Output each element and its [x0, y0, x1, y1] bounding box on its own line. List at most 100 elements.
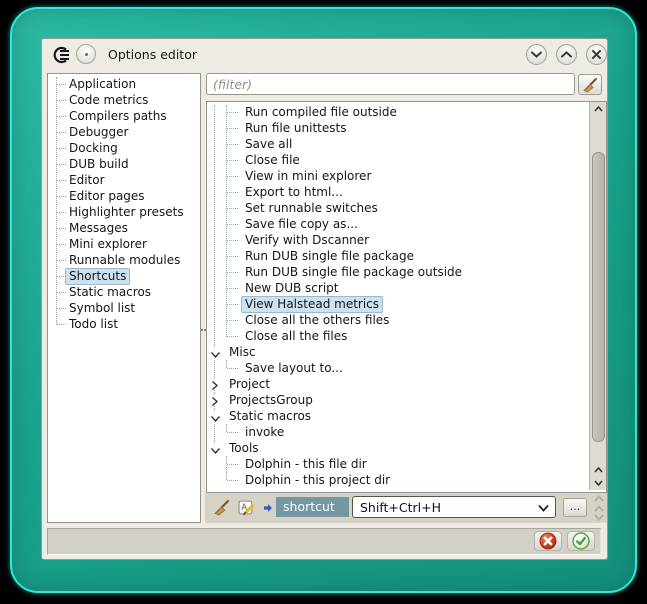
- tree-item-run-compiled-file-outside[interactable]: Run compiled file outside: [207, 104, 585, 120]
- scrollbar-thumb[interactable]: [592, 152, 605, 442]
- chevron-up-icon: [594, 467, 603, 473]
- tree-item-static-macros[interactable]: Static macros: [207, 408, 585, 424]
- sidebar-item-dub-build[interactable]: DUB build: [48, 156, 200, 172]
- tree-item-misc[interactable]: Misc: [207, 344, 585, 360]
- chevron-down-icon[interactable]: [210, 444, 221, 453]
- sidebar-item-highlighter-presets[interactable]: Highlighter presets: [48, 204, 200, 220]
- sidebar-item-label: Compilers paths: [65, 108, 171, 125]
- chevron-right-icon[interactable]: [210, 380, 221, 389]
- sidebar-tree: ApplicationCode metricsCompilers pathsDe…: [48, 74, 200, 332]
- scroll-up-button-2[interactable]: [591, 464, 605, 476]
- clear-filter-button[interactable]: [578, 74, 602, 95]
- chevron-right-icon[interactable]: [210, 396, 221, 405]
- accept-button[interactable]: [567, 531, 595, 551]
- sidebar-item-label: Runnable modules: [65, 252, 184, 269]
- chevron-down-icon[interactable]: [210, 348, 221, 357]
- sidebar-item-label: Code metrics: [65, 92, 152, 109]
- chevron-up-icon: [594, 495, 604, 502]
- sidebar-item-compilers-paths[interactable]: Compilers paths: [48, 108, 200, 124]
- chevron-up-icon: [594, 505, 604, 512]
- options-editor-window: Options editor ApplicationCode metricsCo…: [41, 38, 608, 560]
- category-panel: ApplicationCode metricsCompilers pathsDe…: [47, 73, 201, 523]
- tree-item-save-layout-to[interactable]: Save layout to...: [207, 360, 585, 376]
- tree-item-label: Set runnable switches: [241, 200, 382, 217]
- sidebar-item-shortcuts[interactable]: Shortcuts: [48, 268, 200, 284]
- tree-item-label: Verify with Dscanner: [241, 232, 373, 249]
- chevron-up-icon: [561, 51, 572, 58]
- titlebar-dot-button[interactable]: [76, 44, 96, 64]
- tree-item-label: ProjectsGroup: [225, 392, 317, 409]
- chevron-down-icon[interactable]: [210, 412, 221, 421]
- scroll-up-button[interactable]: [591, 103, 605, 115]
- shortcut-value-combobox[interactable]: Shift+Ctrl+H: [352, 496, 556, 518]
- sidebar-item-label: Todo list: [65, 316, 122, 333]
- tree-item-view-halstead-metrics[interactable]: View Halstead metrics: [207, 296, 585, 312]
- sidebar-item-messages[interactable]: Messages: [48, 220, 200, 236]
- tree-item-set-runnable-switches[interactable]: Set runnable switches: [207, 200, 585, 216]
- minimize-button[interactable]: [526, 44, 547, 65]
- tree-scrollbar[interactable]: [589, 102, 606, 490]
- cancel-button[interactable]: [534, 531, 562, 551]
- shortcut-tree: Run compiled file outsideRun file unitte…: [207, 102, 585, 488]
- sidebar-item-label: DUB build: [65, 156, 133, 173]
- tree-item-run-dub-single-file-package[interactable]: Run DUB single file package: [207, 248, 585, 264]
- filter-input[interactable]: [206, 73, 575, 95]
- tree-item-label: Run compiled file outside: [241, 104, 401, 121]
- tree-item-close-file[interactable]: Close file: [207, 152, 585, 168]
- sidebar-item-todo-list[interactable]: Todo list: [48, 316, 200, 332]
- tree-item-run-file-unittests[interactable]: Run file unittests: [207, 120, 585, 136]
- tree-item-label: Misc: [225, 344, 260, 361]
- tree-item-label: Close all the files: [241, 328, 351, 345]
- tree-item-close-all-the-files[interactable]: Close all the files: [207, 328, 585, 344]
- scroll-down-button[interactable]: [591, 477, 605, 489]
- tree-item-run-dub-single-file-package-outside[interactable]: Run DUB single file package outside: [207, 264, 585, 280]
- tree-item-label: Save all: [241, 136, 296, 153]
- property-mini-scrollbar[interactable]: [592, 495, 606, 521]
- tree-item-label: Run DUB single file package: [241, 248, 418, 265]
- tree-item-save-file-copy-as[interactable]: Save file copy as...: [207, 216, 585, 232]
- sidebar-item-application[interactable]: Application: [48, 76, 200, 92]
- tree-item-label: View in mini explorer: [241, 168, 375, 185]
- sidebar-item-code-metrics[interactable]: Code metrics: [48, 92, 200, 108]
- tree-item-project[interactable]: Project: [207, 376, 585, 392]
- tree-item-label: View Halstead metrics: [241, 296, 383, 313]
- tree-item-invoke[interactable]: invoke: [207, 424, 585, 440]
- chevron-down-icon: [531, 51, 542, 58]
- sidebar-item-static-macros[interactable]: Static macros: [48, 284, 200, 300]
- sidebar-item-mini-explorer[interactable]: Mini explorer: [48, 236, 200, 252]
- close-icon: [592, 50, 601, 59]
- tree-item-label: New DUB script: [241, 280, 343, 297]
- sidebar-item-symbol-list[interactable]: Symbol list: [48, 300, 200, 316]
- tree-item-label: Run DUB single file package outside: [241, 264, 466, 281]
- sidebar-item-docking[interactable]: Docking: [48, 140, 200, 156]
- property-name-cell[interactable]: shortcut: [276, 497, 349, 517]
- tree-item-new-dub-script[interactable]: New DUB script: [207, 280, 585, 296]
- tree-item-save-all[interactable]: Save all: [207, 136, 585, 152]
- titlebar[interactable]: Options editor: [42, 39, 607, 70]
- tree-item-verify-with-dscanner[interactable]: Verify with Dscanner: [207, 232, 585, 248]
- sidebar-item-editor[interactable]: Editor: [48, 172, 200, 188]
- tree-item-view-in-mini-explorer[interactable]: View in mini explorer: [207, 168, 585, 184]
- sidebar-item-runnable-modules[interactable]: Runnable modules: [48, 252, 200, 268]
- sidebar-item-debugger[interactable]: Debugger: [48, 124, 200, 140]
- tree-item-tools[interactable]: Tools: [207, 440, 585, 456]
- sidebar-item-label: Messages: [65, 220, 132, 237]
- property-editor-bar: A shortcut Shift+Ctrl+H ...: [205, 493, 607, 523]
- broom-icon[interactable]: [213, 499, 230, 516]
- more-button[interactable]: ...: [563, 498, 587, 517]
- close-button[interactable]: [586, 44, 607, 65]
- chevron-down-icon: [538, 504, 549, 512]
- tree-item-projectsgroup[interactable]: ProjectsGroup: [207, 392, 585, 408]
- tree-item-export-to-html[interactable]: Export to html...: [207, 184, 585, 200]
- coedit-logo-icon: [51, 46, 71, 64]
- sidebar-item-editor-pages[interactable]: Editor pages: [48, 188, 200, 204]
- edit-text-icon[interactable]: A: [238, 499, 255, 516]
- maximize-button[interactable]: [556, 44, 577, 65]
- tree-item-label: Save layout to...: [241, 360, 347, 377]
- sidebar-item-label: Highlighter presets: [65, 204, 188, 221]
- tree-item-label: Static macros: [225, 408, 315, 425]
- tree-item-dolphin-this-file-dir[interactable]: Dolphin - this file dir: [207, 456, 585, 472]
- tree-item-dolphin-this-project-dir[interactable]: Dolphin - this project dir: [207, 472, 585, 488]
- tree-item-close-all-the-others-files[interactable]: Close all the others files: [207, 312, 585, 328]
- accept-icon: [572, 532, 590, 550]
